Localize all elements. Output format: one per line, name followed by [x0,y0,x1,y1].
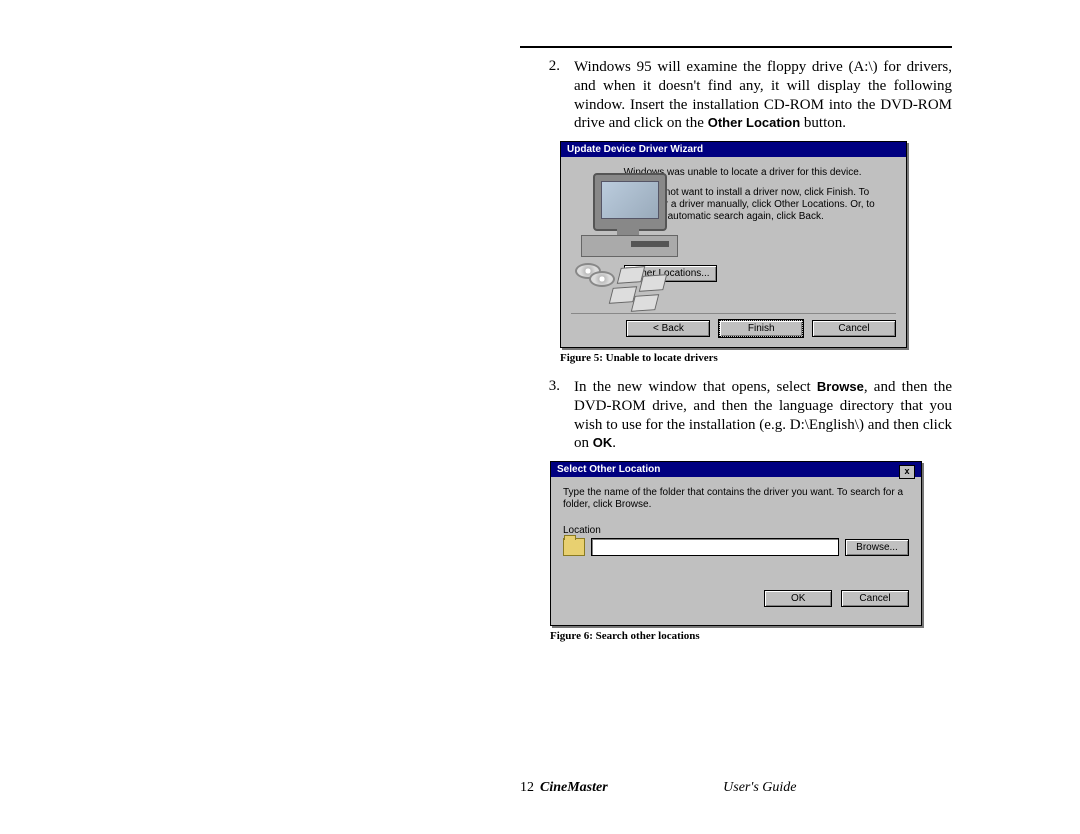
step-3: 3. In the new window that opens, select … [520,378,952,453]
figure-6-caption: Figure 6: Search other locations [550,630,952,642]
location-input[interactable] [591,538,839,556]
dialog2-title: Select Other Location [557,464,660,475]
step-2-number: 2. [520,58,574,133]
close-icon[interactable]: x [899,465,915,479]
floppy-icon [639,274,668,292]
step-2: 2. Windows 95 will examine the floppy dr… [520,58,952,133]
location-label: Location [563,525,909,536]
step-3-number: 3. [520,378,574,453]
step-3-bold-1: Browse [817,379,864,394]
page-footer: 12 CineMaster User's Guide [520,780,952,796]
browse-button[interactable]: Browse... [845,539,909,556]
step-3-text: In the new window that opens, select Bro… [574,378,952,453]
dialog2-titlebar: Select Other Location x [551,462,921,477]
ok-button[interactable]: OK [764,590,832,607]
dialog-select-other-location: Select Other Location x Type the name of… [550,461,922,626]
wizard-illustration [571,167,614,307]
step-3-bold-2: OK [593,435,613,450]
floppy-icon [631,294,660,312]
cd-icon [589,271,615,287]
dialog-update-driver-wizard: Update Device Driver Wizard Windows was … [560,141,907,348]
page-number: 12 [520,780,534,796]
back-button[interactable]: < Back [626,320,710,337]
step-3-text-c: . [612,435,616,451]
page-content: 2. Windows 95 will examine the floppy dr… [520,46,952,656]
cancel-button[interactable]: Cancel [812,320,896,337]
cancel-button-2[interactable]: Cancel [841,590,909,607]
dialog1-titlebar: Update Device Driver Wizard [561,142,906,157]
guide-label: User's Guide [568,780,952,796]
top-rule [520,46,952,48]
step-2-text-b: button. [800,115,846,131]
dialog1-button-row: < Back Finish Cancel [561,314,906,347]
dialog2-msg: Type the name of the folder that contain… [563,487,909,511]
folder-icon [563,538,585,556]
step-2-bold: Other Location [708,115,800,130]
finish-button[interactable]: Finish [719,320,803,337]
monitor-icon [593,173,667,231]
step-3-text-a: In the new window that opens, select [574,379,817,395]
figure-5-caption: Figure 5: Unable to locate drivers [560,352,952,364]
step-2-text: Windows 95 will examine the floppy drive… [574,58,952,133]
